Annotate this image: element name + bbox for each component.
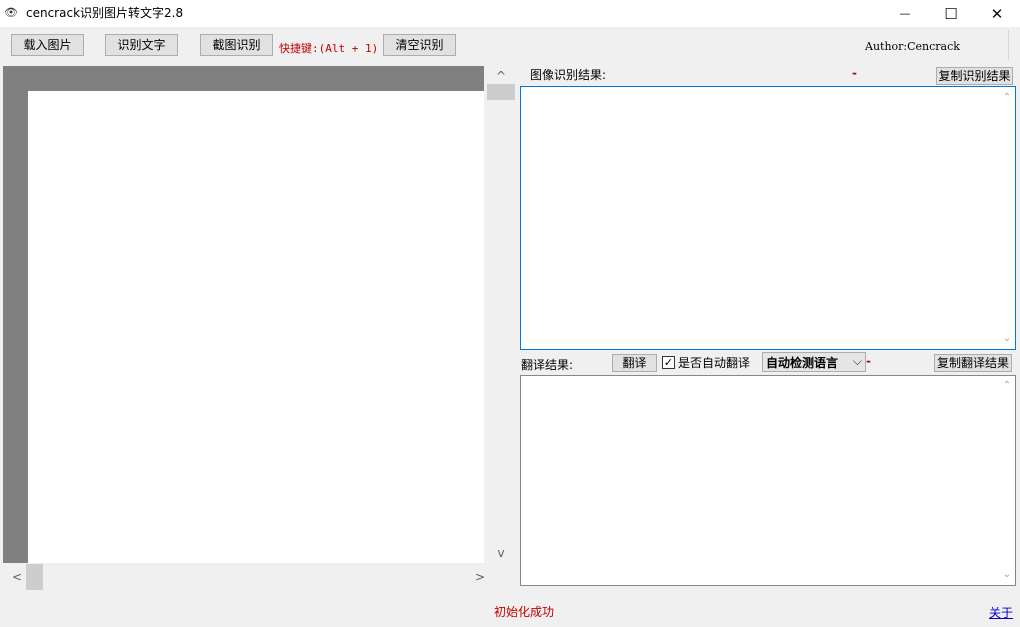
translation-scroll-down-icon[interactable]: ⌄ <box>1001 569 1013 581</box>
image-horizontal-scrollbar[interactable] <box>3 563 489 590</box>
close-icon: ✕ <box>990 4 1004 23</box>
scroll-up-icon[interactable]: ^ <box>494 69 508 83</box>
minimize-button[interactable]: — <box>882 0 928 27</box>
translation-result-textbox[interactable] <box>520 375 1016 586</box>
maximize-icon: ☐ <box>944 4 958 23</box>
about-link[interactable]: 关于 <box>989 604 1013 621</box>
language-select-value: 自动检测语言 <box>766 355 839 370</box>
window-title: cencrack识别图片转文字2.8 <box>26 6 184 20</box>
horizontal-scroll-thumb[interactable] <box>26 564 43 590</box>
close-button[interactable]: ✕ <box>974 0 1020 27</box>
ocr-result-label: 图像识别结果: <box>530 68 607 82</box>
auto-translate-checkbox[interactable]: ✓ <box>662 356 675 369</box>
translate-button[interactable]: 翻译 <box>612 354 657 372</box>
translate-status-dash: - <box>866 354 871 368</box>
hotkey-label: 快捷键:(Alt + 1) <box>279 42 379 55</box>
translation-scroll-up-icon[interactable]: ⌃ <box>1001 380 1013 392</box>
chevron-down-icon: ⌵ <box>852 354 862 368</box>
copy-ocr-result-button[interactable]: 复制识别结果 <box>936 67 1013 85</box>
language-select[interactable]: 自动检测语言 ⌵ <box>762 352 866 372</box>
translate-result-label: 翻译结果: <box>521 358 574 372</box>
scroll-right-icon[interactable]: > <box>473 570 487 584</box>
app-eye-icon: 👁 <box>4 6 18 19</box>
scroll-left-icon[interactable]: < <box>10 570 24 584</box>
clear-recognition-button[interactable]: 清空识别 <box>383 34 456 56</box>
image-canvas[interactable] <box>28 91 484 563</box>
status-message: 初始化成功 <box>494 605 555 619</box>
recognize-text-button[interactable]: 识别文字 <box>105 34 178 56</box>
author-label: Author:Cencrack <box>865 40 960 53</box>
ocr-status-dash: - <box>852 66 857 80</box>
scroll-down-icon[interactable]: v <box>494 546 508 560</box>
ocr-scroll-down-icon[interactable]: ⌄ <box>1001 333 1013 345</box>
screenshot-recognize-button[interactable]: 截图识别 <box>200 34 273 56</box>
auto-translate-label: 是否自动翻译 <box>678 356 751 370</box>
maximize-button[interactable]: ☐ <box>928 0 974 27</box>
ocr-scroll-up-icon[interactable]: ⌃ <box>1001 92 1013 104</box>
ocr-result-textbox[interactable] <box>520 86 1016 350</box>
toolbar-divider <box>1008 30 1009 60</box>
copy-translation-button[interactable]: 复制翻译结果 <box>934 354 1012 372</box>
load-image-button[interactable]: 载入图片 <box>11 34 84 56</box>
vertical-scroll-thumb[interactable] <box>487 84 515 100</box>
image-vertical-scrollbar[interactable] <box>486 66 516 563</box>
minimize-icon: — <box>899 7 911 20</box>
